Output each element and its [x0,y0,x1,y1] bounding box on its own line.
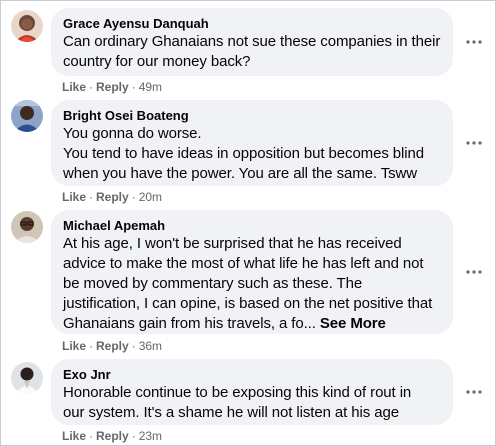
avatar[interactable] [11,362,43,394]
comment-bubble: Bright Osei Boateng You gonna do worse. … [51,100,453,186]
comment-bubble: Michael Apemah At his age, I won't be su… [51,210,453,334]
comment-author[interactable]: Grace Ayensu Danquah [63,15,441,32]
comment-text: Can ordinary Ghanaians not sue these com… [63,33,441,70]
separator: · [89,190,94,204]
reply-link[interactable]: Reply [96,339,129,353]
separator: · [89,80,94,94]
comment-actions: Like · Reply · 49m [62,79,162,95]
like-link[interactable]: Like [62,80,86,94]
comment-text: You gonna do worse. You tend to have ide… [63,125,424,182]
comment-actions: Like · Reply · 20m [62,189,162,205]
like-link[interactable]: Like [62,429,86,443]
separator: · [89,339,94,353]
more-options-button[interactable] [462,260,486,284]
comment-timestamp[interactable]: 36m [139,339,162,353]
avatar[interactable] [11,100,43,132]
reply-link[interactable]: Reply [96,80,129,94]
like-link[interactable]: Like [62,339,86,353]
separator: · [131,80,136,94]
comment-author[interactable]: Bright Osei Boateng [63,107,441,124]
comment-text: At his age, I won't be surprised that he… [63,234,441,334]
comment-actions: Like · Reply · 36m [62,338,162,354]
profile-photo-icon [11,211,43,243]
separator: · [131,339,136,353]
comment-timestamp[interactable]: 23m [139,429,162,443]
avatar[interactable] [11,211,43,243]
more-options-button[interactable] [462,131,486,155]
separator: · [89,429,94,443]
separator: · [131,429,136,443]
more-options-button[interactable] [462,380,486,404]
comment-bubble: Grace Ayensu Danquah Can ordinary Ghanai… [51,8,453,76]
profile-photo-icon [11,10,43,42]
more-options-icon [466,40,482,44]
comment-timestamp[interactable]: 49m [139,80,162,94]
like-link[interactable]: Like [62,190,86,204]
separator: · [131,190,136,204]
comment-author[interactable]: Exo Jnr [63,366,441,383]
see-more-link[interactable]: See More [320,315,386,332]
reply-link[interactable]: Reply [96,190,129,204]
profile-photo-icon [11,362,43,394]
more-options-icon [466,141,482,145]
comment-timestamp[interactable]: 20m [139,190,162,204]
comment-text: Honorable continue to be exposing this k… [63,384,412,421]
comment-bubble: Exo Jnr Honorable continue to be exposin… [51,359,453,425]
more-options-button[interactable] [462,30,486,54]
reply-link[interactable]: Reply [96,429,129,443]
avatar[interactable] [11,10,43,42]
comment-author[interactable]: Michael Apemah [63,217,441,234]
more-options-icon [466,270,482,274]
profile-photo-icon [11,100,43,132]
comment-actions: Like · Reply · 23m [62,428,162,444]
more-options-icon [466,390,482,394]
